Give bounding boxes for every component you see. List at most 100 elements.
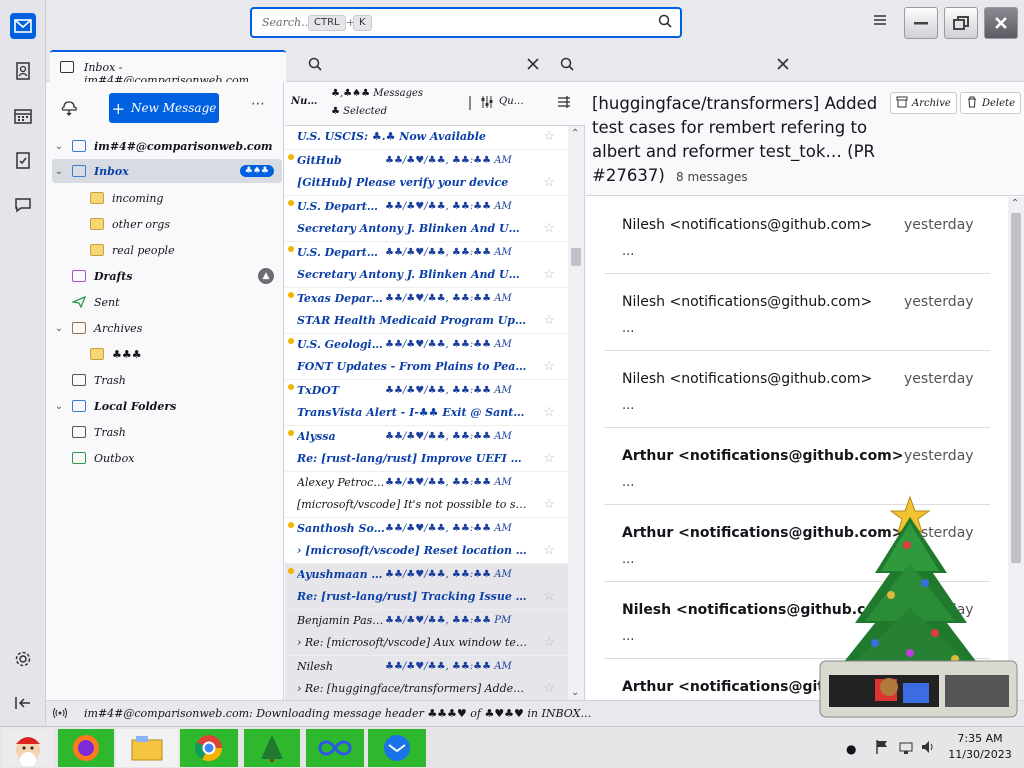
close-window-button[interactable] [984, 7, 1018, 39]
thread-scrollbar[interactable]: ⌃ ⌄ [568, 126, 584, 700]
folder-drafts[interactable]: Drafts ▲ [52, 264, 282, 288]
collapse-spaces-icon[interactable] [10, 690, 36, 716]
account-row[interactable]: ⌄ im#4#@comparisonweb.com [52, 134, 282, 158]
chevron-down-icon[interactable]: ⌄ [52, 166, 66, 177]
chevron-down-icon[interactable]: ⌄ [52, 141, 66, 152]
folder-pane-menu-icon[interactable]: ⋯ [251, 96, 265, 112]
quick-filter-icon[interactable] [480, 95, 494, 112]
thread-row-sender[interactable]: GitHub ♣♣/♣♥/♣♣, ♣♣:♣♣ AM [285, 149, 569, 172]
mail-space-icon[interactable] [10, 13, 36, 39]
thread-row-subject[interactable]: [GitHub] Please verify your device ☆ [285, 172, 569, 195]
thread-row-subject[interactable]: Secretary Antony J. Blinken And Ukraine…… [285, 218, 569, 241]
unread-dot-icon[interactable] [288, 430, 294, 436]
thread-row-sender[interactable]: Texas Departm…♣♣/♣♥/♣♣, ♣♣:♣♣ AM [285, 287, 569, 310]
thread-scroll-thumb[interactable] [571, 248, 581, 266]
thread-row-subject[interactable]: U.S. USCIS: ♣.♣ Now Available ☆ [285, 126, 569, 149]
taskbar-clock[interactable]: 7:35 AM 11/30/2023 [940, 731, 1020, 763]
app-menu-icon[interactable] [872, 13, 892, 33]
thread-row-sender[interactable]: Alyssa ♣♣/♣♥/♣♣, ♣♣:♣♣ AM [285, 425, 569, 448]
unread-dot-icon[interactable] [288, 246, 294, 252]
tray-volume-icon[interactable] [920, 739, 936, 758]
chevron-down-icon[interactable]: ⌄ [52, 323, 66, 334]
thread-row-sender[interactable]: Santhosh Sonnapp…♣♣/♣♥/♣♣, ♣♣:♣♣ AM [285, 517, 569, 540]
infinity-app-taskbar-icon[interactable] [306, 729, 364, 767]
folder-outbox[interactable]: Outbox [52, 446, 282, 470]
star-icon[interactable]: ☆ [543, 451, 555, 466]
activity-icon[interactable] [52, 707, 68, 722]
star-icon[interactable]: ☆ [543, 175, 555, 190]
unread-dot-icon[interactable] [288, 522, 294, 528]
scroll-up-icon[interactable]: ⌃ [571, 128, 579, 139]
get-messages-icon[interactable] [60, 99, 78, 117]
thread-row-sender[interactable]: U.S. Departm… ♣♣/♣♥/♣♣, ♣♣:♣♣ AM [285, 241, 569, 264]
folder-trash[interactable]: Trash [52, 368, 282, 392]
thread-row-sender[interactable]: Nilesh ♣♣/♣♥/♣♣, ♣♣:♣♣ AM [285, 655, 569, 678]
star-icon[interactable]: ☆ [543, 543, 555, 558]
tray-network-icon[interactable] [898, 739, 914, 758]
thread-row-subject[interactable]: Re: [rust-lang/rust] Improve UEFI stdio…… [285, 448, 569, 471]
file-explorer-taskbar-icon[interactable] [116, 729, 178, 767]
scroll-down-icon[interactable]: ⌄ [571, 687, 579, 698]
folder-sent[interactable]: Sent [52, 290, 282, 314]
thread-row-subject[interactable]: › Re: [huggingface/transformers] Added t… [285, 678, 569, 700]
settings-gear-icon[interactable] [10, 646, 36, 672]
thread-row-sender[interactable]: Alexey Petrochen…♣♣/♣♥/♣♣, ♣♣:♣♣ AM [285, 471, 569, 494]
star-icon[interactable]: ☆ [543, 359, 555, 374]
tray-flag-icon[interactable] [874, 739, 890, 758]
chat-icon[interactable] [10, 192, 36, 218]
star-icon[interactable]: ☆ [543, 405, 555, 420]
thunderbird-taskbar-icon[interactable] [368, 729, 426, 767]
thread-row-sender[interactable]: TxDOT ♣♣/♣♥/♣♣, ♣♣:♣♣ AM [285, 379, 569, 402]
archive-button[interactable]: Archive [890, 92, 957, 114]
display-options-icon[interactable] [557, 95, 571, 112]
star-icon[interactable]: ☆ [543, 681, 555, 696]
firefox-taskbar-icon[interactable] [58, 729, 114, 767]
star-icon[interactable]: ☆ [543, 635, 555, 650]
minimize-button[interactable] [904, 7, 938, 39]
chrome-taskbar-icon[interactable] [180, 729, 238, 767]
folder-archives[interactable]: ⌄ Archives [52, 316, 282, 340]
quick-filter-label[interactable]: Qu… [499, 96, 524, 107]
star-icon[interactable]: ☆ [543, 497, 555, 512]
star-icon[interactable]: ☆ [543, 129, 555, 144]
thread-row-subject[interactable]: FONT Updates - From Plains to Peaks… ☆ [285, 356, 569, 379]
thread-row-subject[interactable]: › [microsoft/vscode] Reset location of v… [285, 540, 569, 563]
local-folders-row[interactable]: ⌄ Local Folders [52, 394, 282, 418]
thread-row-subject[interactable]: › Re: [microsoft/vscode] Aux window term… [285, 632, 569, 655]
folder-other-orgs[interactable]: other orgs [52, 212, 282, 236]
message-search-icon[interactable] [560, 57, 574, 74]
message-item[interactable]: Nilesh <notifications@github.com> yesterd… [604, 197, 990, 274]
chevron-down-icon[interactable]: ⌄ [52, 401, 66, 412]
folder-incoming[interactable]: incoming [52, 186, 282, 210]
star-icon[interactable]: ☆ [543, 221, 555, 236]
thread-row-sender[interactable]: Ayushmaan Rakesh…♣♣/♣♥/♣♣, ♣♣:♣♣ AM [285, 563, 569, 586]
calendar-icon[interactable] [10, 103, 36, 129]
thread-row-subject[interactable]: TransVista Alert - I-♣♣ Exit @ Santa… ☆ [285, 402, 569, 425]
unread-dot-icon[interactable] [288, 568, 294, 574]
folder-inbox[interactable]: ⌄ Inbox ♣♠♣ [52, 159, 282, 183]
thread-row-sender[interactable]: Benjamin Pasero ♣♣/♣♥/♣♣, ♣♣:♣♣ PM [285, 609, 569, 632]
thread-row-subject[interactable]: Secretary Antony J. Blinken And Ukraine…… [285, 264, 569, 287]
delete-button[interactable]: Delete [960, 92, 1021, 114]
tree-app-taskbar-icon[interactable] [244, 729, 300, 767]
folder-archive-year[interactable]: ♣♣♣ [52, 342, 282, 366]
folder-real-people[interactable]: real people [52, 238, 282, 262]
tab-inbox[interactable]: Inbox - im#4#@comparisonweb.com [50, 50, 286, 87]
star-icon[interactable]: ☆ [543, 267, 555, 282]
clear-thread-search-icon[interactable] [526, 57, 540, 74]
start-button-santa-icon[interactable] [2, 729, 54, 767]
thread-row-sender[interactable]: U.S. Geologic… ♣♣/♣♥/♣♣, ♣♣:♣♣ AM [285, 333, 569, 356]
star-icon[interactable]: ☆ [543, 589, 555, 604]
unread-dot-icon[interactable] [288, 384, 294, 390]
message-item[interactable]: Nilesh <notifications@github.com> yesterd… [604, 274, 990, 351]
thread-row-subject[interactable]: Re: [rust-lang/rust] Tracking Issue for … [285, 586, 569, 609]
unread-dot-icon[interactable] [288, 338, 294, 344]
column-label[interactable]: Nu… [291, 96, 317, 107]
address-book-icon[interactable] [10, 58, 36, 84]
clear-message-search-icon[interactable] [776, 57, 790, 74]
global-search-box[interactable]: Search… CTRL + K [250, 7, 682, 38]
restore-button[interactable] [944, 7, 978, 39]
thread-search-icon[interactable] [308, 57, 322, 74]
folder-local-trash[interactable]: Trash [52, 420, 282, 444]
thread-row-subject[interactable]: [microsoft/vscode] It's not possible to … [285, 494, 569, 517]
